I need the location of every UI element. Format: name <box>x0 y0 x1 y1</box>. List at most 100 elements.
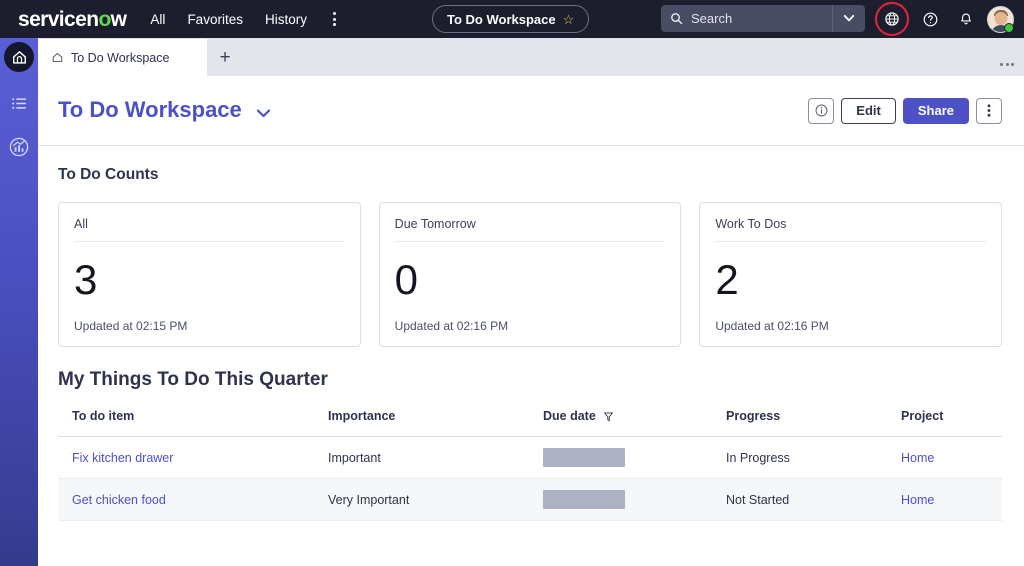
logo-text-o: o <box>98 7 111 31</box>
servicenow-logo[interactable]: servicen o w <box>18 7 127 31</box>
column-header-due-date-label: Due date <box>543 409 596 423</box>
nav-favorites[interactable]: Favorites <box>187 12 243 27</box>
count-card-work-to-dos[interactable]: Work To Dos 2 Updated at 02:16 PM <box>699 202 1003 347</box>
tabstrip-overflow-menu-icon[interactable] <box>1000 63 1014 66</box>
count-card-updated: Updated at 02:16 PM <box>715 319 829 333</box>
rail-analytics-icon <box>9 137 29 157</box>
cell-importance: Very Important <box>328 478 543 521</box>
project-link[interactable]: Home <box>901 451 934 465</box>
column-header-due-date[interactable]: Due date <box>543 409 726 437</box>
counts-card-group: All 3 Updated at 02:15 PM Due Tomorrow 0… <box>58 202 1003 347</box>
page-action-buttons: Edit Share <box>808 97 1002 124</box>
filter-funnel-icon <box>604 412 614 422</box>
rail-list-icon <box>11 97 26 109</box>
page-title: To Do Workspace <box>58 96 242 122</box>
help-icon <box>923 12 937 26</box>
avatar-face <box>994 11 1007 25</box>
info-button[interactable] <box>808 97 835 124</box>
header-icon-group <box>875 0 1014 38</box>
project-link[interactable]: Home <box>901 493 934 507</box>
home-icon <box>52 53 63 62</box>
page-more-menu-button[interactable] <box>976 97 1002 124</box>
search-scope-dropdown[interactable] <box>832 5 865 32</box>
count-card-title: Due Tomorrow <box>394 217 666 242</box>
header-nav: All Favorites History <box>150 10 340 28</box>
cell-project: Home <box>901 436 1002 479</box>
workspace-pill-label: To Do Workspace <box>447 11 556 27</box>
page-content: To Do Counts All 3 Updated at 02:15 PM D… <box>38 146 1024 521</box>
count-card-title: All <box>74 217 345 242</box>
cell-project: Home <box>901 478 1002 521</box>
tab-strip: To Do Workspace + <box>38 38 1024 77</box>
info-icon <box>815 104 828 117</box>
cell-due-date <box>543 478 726 521</box>
user-avatar-button[interactable] <box>987 5 1014 33</box>
workspace-pill[interactable]: To Do Workspace ☆ <box>432 5 590 33</box>
column-header-to-do-item[interactable]: To do item <box>58 409 328 437</box>
app-root: servicen o w All Favorites History To Do W… <box>0 0 1024 566</box>
favorite-star-icon[interactable]: ☆ <box>563 13 575 26</box>
kebab-menu-icon <box>987 104 991 117</box>
cell-importance: Important <box>328 436 543 479</box>
header-more-menu-icon[interactable] <box>329 10 340 28</box>
nav-all[interactable]: All <box>150 12 165 27</box>
table-row[interactable]: Get chicken food Very Important Not Star… <box>58 478 1002 521</box>
tab-to-do-workspace[interactable]: To Do Workspace <box>38 39 207 76</box>
globe-icon-button[interactable] <box>875 2 909 36</box>
page-header: To Do Workspace Edit Share <box>38 76 1024 146</box>
count-card-value: 0 <box>394 256 418 303</box>
table-row[interactable]: Fix kitchen drawer Important In Progress… <box>58 436 1002 479</box>
todo-table-header-row: To do item Importance Due date Progress … <box>58 409 1002 437</box>
column-header-project[interactable]: Project <box>901 409 1002 437</box>
help-icon-button[interactable] <box>915 4 945 34</box>
chevron-down-icon <box>844 15 854 22</box>
new-tab-button[interactable]: + <box>207 39 243 76</box>
search-input[interactable] <box>691 11 821 26</box>
search-inner <box>661 5 832 32</box>
count-card-title: Work To Dos <box>715 217 987 242</box>
global-search[interactable] <box>661 5 865 32</box>
count-card-value: 3 <box>74 256 97 303</box>
tab-label: To Do Workspace <box>71 50 170 65</box>
global-header: servicen o w All Favorites History To Do W… <box>0 0 1024 38</box>
todo-item-link[interactable]: Fix kitchen drawer <box>72 451 173 465</box>
notifications-bell-button[interactable] <box>951 4 981 34</box>
count-card-all[interactable]: All 3 Updated at 02:15 PM <box>58 202 361 347</box>
count-card-updated: Updated at 02:15 PM <box>74 319 188 333</box>
cell-due-date <box>543 436 726 479</box>
avatar-online-status <box>1004 22 1014 33</box>
count-card-due-tomorrow[interactable]: Due Tomorrow 0 Updated at 02:16 PM <box>378 202 682 347</box>
todo-item-link[interactable]: Get chicken food <box>72 493 166 507</box>
rail-home-icon-button[interactable] <box>4 42 34 72</box>
page-title-chevron-down-icon[interactable] <box>256 98 271 124</box>
due-date-redacted-block <box>543 490 625 509</box>
cell-progress: Not Started <box>726 478 901 521</box>
counts-section-title: To Do Counts <box>58 166 159 183</box>
todo-table-body: Fix kitchen drawer Important In Progress… <box>58 436 1002 521</box>
todo-table: To do item Importance Due date Progress … <box>58 409 1002 521</box>
edit-button[interactable]: Edit <box>841 97 896 124</box>
rail-list-icon-button[interactable] <box>6 90 32 116</box>
workspace-page: To Do Workspace Edit Share To Do Counts … <box>38 76 1024 566</box>
cell-progress: In Progress <box>726 436 901 479</box>
count-card-updated: Updated at 02:16 PM <box>394 319 509 333</box>
column-header-importance[interactable]: Importance <box>328 409 543 437</box>
count-card-value: 2 <box>715 256 738 303</box>
rail-analytics-icon-button[interactable] <box>6 134 32 160</box>
logo-text-post: w <box>110 7 127 31</box>
due-date-redacted-block <box>543 448 625 467</box>
logo-text-pre: servicen <box>18 7 99 31</box>
column-header-progress[interactable]: Progress <box>726 409 901 437</box>
page-title-button[interactable]: To Do Workspace <box>58 96 271 124</box>
cell-to-do-item: Fix kitchen drawer <box>58 436 328 479</box>
rail-home-icon <box>12 50 26 64</box>
globe-icon <box>885 12 899 26</box>
bell-icon <box>961 13 971 24</box>
left-nav-rail <box>0 38 38 566</box>
cell-to-do-item: Get chicken food <box>58 478 328 521</box>
todo-table-head: To do item Importance Due date Progress … <box>58 409 1002 437</box>
todo-table-title: My Things To Do This Quarter <box>58 369 328 390</box>
share-button[interactable]: Share <box>902 97 969 124</box>
nav-history[interactable]: History <box>265 12 307 27</box>
search-icon <box>671 13 683 25</box>
